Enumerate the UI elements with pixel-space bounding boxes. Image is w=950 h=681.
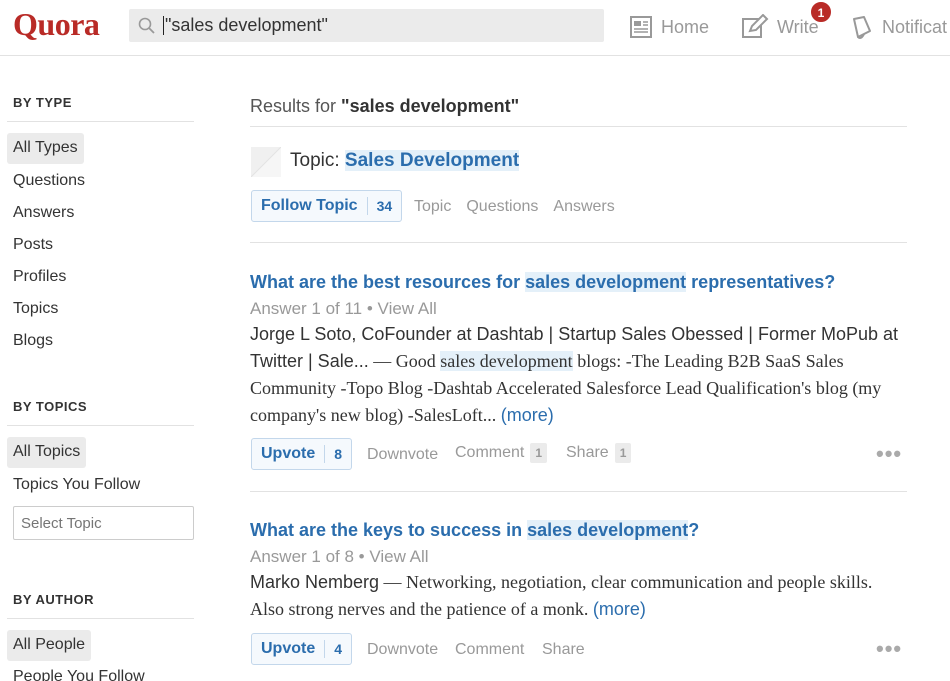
upvote-count: 8 xyxy=(324,445,351,463)
author-name[interactable]: Marko Nemberg xyxy=(250,572,379,592)
top-header: Quora Home Write 1 Notificat xyxy=(0,0,950,56)
by-type-heading: BY TYPE xyxy=(13,95,72,110)
answer-meta[interactable]: Answer 1 of 11 • View All xyxy=(250,299,437,319)
divider xyxy=(7,618,194,619)
share-count: 1 xyxy=(614,443,632,463)
snippet-highlight: sales development xyxy=(440,351,573,371)
title-text: ? xyxy=(688,520,700,540)
filter-blogs[interactable]: Blogs xyxy=(13,332,53,350)
nav-notifications-label: Notificat xyxy=(882,16,948,37)
filter-topics-you-follow[interactable]: Topics You Follow xyxy=(13,476,140,494)
upvote-button[interactable]: Upvote 4 xyxy=(251,633,353,665)
results-prefix: Results for xyxy=(250,96,342,116)
filter-all-people[interactable]: All People xyxy=(7,630,92,661)
follow-topic-count: 34 xyxy=(366,197,402,215)
filter-answers[interactable]: Answers xyxy=(13,204,74,222)
topic-tabs: Topic Questions Answers xyxy=(414,198,615,216)
answer-snippet: Jorge L Soto, CoFounder at Dashtab | Sta… xyxy=(250,321,907,429)
pencil-icon xyxy=(741,14,769,40)
divider xyxy=(250,491,907,492)
divider xyxy=(7,425,194,426)
follow-topic-label: Follow Topic xyxy=(261,197,358,214)
upvote-button[interactable]: Upvote 8 xyxy=(251,438,353,470)
text-cursor xyxy=(163,16,164,35)
search-input[interactable] xyxy=(165,11,595,40)
tab-questions[interactable]: Questions xyxy=(466,198,538,216)
more-options-icon[interactable]: ••• xyxy=(876,636,902,662)
tab-topic[interactable]: Topic xyxy=(414,198,451,216)
filter-questions[interactable]: Questions xyxy=(13,172,85,190)
by-topics-heading: BY TOPICS xyxy=(13,399,88,414)
topic-link[interactable]: Sales Development xyxy=(344,150,520,171)
select-topic-input[interactable] xyxy=(13,506,194,540)
title-highlight: sales development xyxy=(527,520,689,540)
topic-heading: Topic: Sales Development xyxy=(290,150,520,172)
topic-image[interactable] xyxy=(251,147,281,177)
comment-button[interactable]: Comment xyxy=(455,641,524,659)
answer-snippet: Marko Nemberg — Networking, negotiation,… xyxy=(250,569,907,623)
filter-posts[interactable]: Posts xyxy=(13,236,53,254)
nav-home[interactable]: Home xyxy=(629,13,709,41)
divider xyxy=(250,242,907,243)
downvote-button[interactable]: Downvote xyxy=(367,641,438,659)
share-label: Share xyxy=(566,444,609,461)
downvote-button[interactable]: Downvote xyxy=(367,446,438,464)
share-button[interactable]: Share 1 xyxy=(566,443,632,463)
share-button[interactable]: Share xyxy=(542,641,585,659)
snippet-text: — xyxy=(379,572,407,592)
comment-label: Comment xyxy=(455,444,525,461)
filter-all-topics[interactable]: All Topics xyxy=(7,437,87,468)
topic-prefix: Topic: xyxy=(290,150,345,171)
title-text: representatives? xyxy=(686,272,836,292)
results-query: "sales development" xyxy=(341,96,520,116)
home-icon xyxy=(629,15,653,39)
comment-button[interactable]: Comment 1 xyxy=(455,443,548,463)
snippet-text: — Good xyxy=(368,351,441,371)
title-highlight: sales development xyxy=(525,272,687,292)
question-title-link[interactable]: What are the keys to success in sales de… xyxy=(250,520,699,541)
filter-profiles[interactable]: Profiles xyxy=(13,268,66,286)
search-icon xyxy=(138,17,156,40)
nav-write[interactable]: Write xyxy=(741,13,819,41)
answer-meta[interactable]: Answer 1 of 8 • View All xyxy=(250,547,429,567)
notification-badge: 1 xyxy=(810,1,832,23)
filter-all-types[interactable]: All Types xyxy=(7,133,84,164)
upvote-count: 4 xyxy=(324,640,351,658)
nav-notifications[interactable]: Notificat xyxy=(850,13,947,41)
title-text: What are the best resources for xyxy=(250,272,526,292)
by-author-heading: BY AUTHOR xyxy=(13,592,95,607)
divider xyxy=(250,126,907,127)
upvote-label: Upvote xyxy=(261,445,316,462)
upvote-label: Upvote xyxy=(261,640,316,657)
comment-count: 1 xyxy=(530,443,548,463)
more-options-icon[interactable]: ••• xyxy=(876,441,902,467)
question-title-link[interactable]: What are the best resources for sales de… xyxy=(250,272,835,293)
divider xyxy=(7,121,194,122)
bell-icon xyxy=(850,14,874,40)
results-heading: Results for "sales development" xyxy=(250,96,519,117)
more-link[interactable]: (more) xyxy=(593,599,646,619)
filter-topics[interactable]: Topics xyxy=(13,300,58,318)
title-text: What are the keys to success in xyxy=(250,520,528,540)
quora-logo[interactable]: Quora xyxy=(13,6,100,43)
search-box[interactable] xyxy=(129,9,604,42)
tab-answers[interactable]: Answers xyxy=(553,198,614,216)
more-link[interactable]: (more) xyxy=(501,405,554,425)
filter-people-you-follow[interactable]: People You Follow xyxy=(13,668,145,681)
nav-home-label: Home xyxy=(661,16,710,37)
follow-topic-button[interactable]: Follow Topic 34 xyxy=(251,190,403,222)
